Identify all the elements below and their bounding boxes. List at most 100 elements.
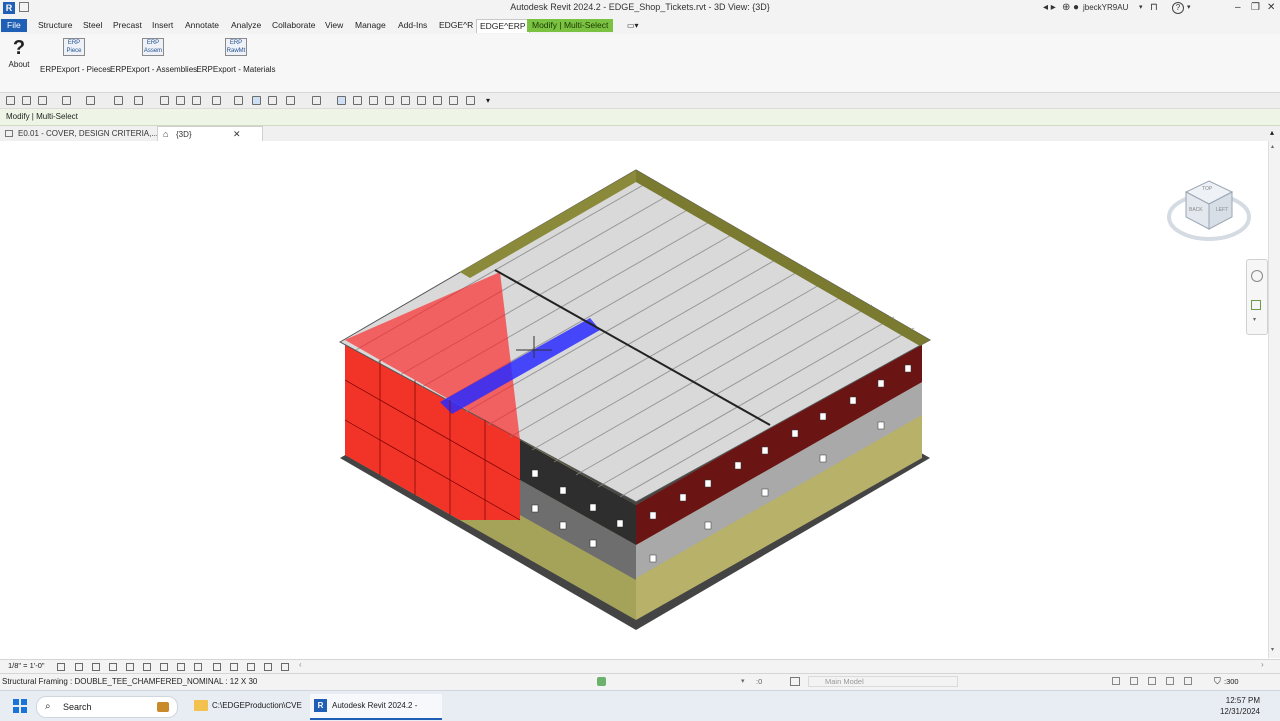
array-icon[interactable]	[385, 96, 394, 105]
taskbar-file-explorer[interactable]: C:\EDGEProduction\CVE	[190, 694, 324, 718]
analytical-model-icon[interactable]	[264, 663, 272, 671]
view-tabs-menu-icon[interactable]: ▴	[1270, 128, 1274, 137]
view-cube-toggle-icon[interactable]	[466, 96, 475, 105]
default-3d-icon[interactable]	[212, 96, 221, 105]
settings-icon[interactable]	[312, 96, 321, 105]
zoom-icon[interactable]	[1251, 300, 1261, 310]
close-view-tab-icon[interactable]: ✕	[233, 127, 241, 142]
tab-file[interactable]: File	[1, 19, 27, 32]
binoculars-icon[interactable]: ⊕	[1062, 2, 1070, 14]
tag-icon[interactable]	[176, 96, 185, 105]
sun-path-icon[interactable]	[92, 663, 100, 671]
select-underlay-icon[interactable]	[1130, 677, 1138, 685]
measure-icon[interactable]	[134, 96, 143, 105]
tab-edge-r[interactable]: EDGE^R	[436, 19, 476, 32]
customize-qat-icon[interactable]: ▾	[486, 96, 495, 105]
erp-export-pieces-button[interactable]: ERP Piece ERPExport - Pieces	[40, 38, 111, 74]
close-hidden-icon[interactable]	[268, 96, 277, 105]
thin-lines-icon[interactable]	[252, 96, 261, 105]
rotate-icon[interactable]	[401, 96, 410, 105]
tab-annotate[interactable]: Annotate	[182, 19, 222, 32]
tab-add-ins[interactable]: Add-Ins	[395, 19, 430, 32]
tab-analyze[interactable]: Analyze	[228, 19, 264, 32]
steering-wheel-icon[interactable]	[1251, 270, 1263, 282]
scroll-down-icon[interactable]: ▾	[1271, 646, 1274, 653]
user-icon[interactable]: ●	[1073, 2, 1079, 14]
restore-icon[interactable]: ❐	[1251, 2, 1260, 14]
taskbar-revit[interactable]: R Autodesk Revit 2024.2 -	[310, 694, 442, 720]
tab-structure[interactable]: Structure	[35, 19, 76, 32]
tab-manage[interactable]: Manage	[352, 19, 389, 32]
erp-export-materials-button[interactable]: ERP RawMt ERPExport - Materials	[196, 38, 276, 74]
pin-icon[interactable]	[449, 96, 458, 105]
cart-icon[interactable]: ⊓	[1150, 2, 1158, 14]
tab-modify-multi-select[interactable]: Modify | Multi-Select	[527, 19, 614, 32]
highlight-displacement-icon[interactable]	[281, 663, 289, 671]
move-icon[interactable]	[353, 96, 362, 105]
undo-icon[interactable]	[62, 96, 71, 105]
system-clock[interactable]: 12:57 PM 12/31/2024	[1220, 695, 1260, 717]
section-icon[interactable]	[234, 96, 243, 105]
print-icon[interactable]	[114, 96, 123, 105]
building-model-3d[interactable]	[0, 141, 1268, 658]
select-by-face-icon[interactable]	[1166, 677, 1174, 685]
windows-start-icon[interactable]	[13, 699, 27, 713]
copy-icon[interactable]	[369, 96, 378, 105]
scroll-right-icon[interactable]: ›	[1261, 660, 1264, 669]
scroll-left-icon[interactable]: ‹	[299, 660, 302, 669]
group-icon[interactable]	[433, 96, 442, 105]
erp-export-assemblies-button[interactable]: ERP Assem ERPExport - Assemblies	[110, 38, 197, 74]
tab-collaborate[interactable]: Collaborate	[269, 19, 318, 32]
nav-dropdown-icon[interactable]: ▾	[1253, 316, 1256, 323]
detail-level-icon[interactable]	[57, 663, 65, 671]
lock-view-icon[interactable]	[177, 663, 185, 671]
info-center-icon[interactable]: ◂ ▸	[1043, 2, 1056, 14]
open-icon[interactable]	[6, 96, 15, 105]
vertical-scrollbar[interactable]: ▴ ▾	[1268, 141, 1280, 658]
crop-view-icon[interactable]	[143, 663, 151, 671]
user-dropdown-icon[interactable]: ▾	[1139, 2, 1143, 14]
view-tab-3d[interactable]: ⌂ {3D} ✕	[157, 126, 263, 141]
workset-dropdown-icon[interactable]: ▾	[741, 677, 745, 685]
dimension-icon[interactable]	[160, 96, 169, 105]
viewcube[interactable]: TOP BACK LEFT	[1166, 177, 1252, 249]
mirror-icon[interactable]	[417, 96, 426, 105]
design-options-icon[interactable]	[790, 677, 800, 686]
tab-steel[interactable]: Steel	[80, 19, 105, 32]
reveal-hidden-icon[interactable]	[213, 663, 221, 671]
view-scale[interactable]: 1/8" = 1'-0"	[8, 661, 45, 670]
workset-icon[interactable]	[597, 677, 606, 686]
switch-windows-icon[interactable]	[286, 96, 295, 105]
select-links-icon[interactable]	[1112, 677, 1120, 685]
redo-icon[interactable]	[86, 96, 95, 105]
tab-precast[interactable]: Precast	[110, 19, 145, 32]
minimize-icon[interactable]: –	[1235, 2, 1241, 14]
scroll-up-icon[interactable]: ▴	[1271, 143, 1274, 150]
about-button[interactable]: ? About	[6, 38, 32, 69]
model-selector[interactable]: Main Model	[808, 676, 958, 687]
select-pinned-icon[interactable]	[1148, 677, 1156, 685]
tab-view[interactable]: View	[322, 19, 346, 32]
render-icon[interactable]	[126, 663, 134, 671]
sync-icon[interactable]	[38, 96, 47, 105]
worksharing-display-icon[interactable]	[230, 663, 238, 671]
drag-elements-icon[interactable]	[1184, 677, 1192, 685]
select-icon[interactable]	[337, 96, 346, 105]
3d-view-canvas[interactable]: TOP BACK LEFT ▾	[0, 141, 1268, 658]
help-icon[interactable]: ?	[1172, 2, 1184, 14]
save-icon[interactable]	[22, 96, 31, 105]
panel-toggle-icon[interactable]: ▭▾	[624, 19, 642, 32]
username-label[interactable]: jbeckYR9AU	[1083, 2, 1128, 14]
text-icon[interactable]	[192, 96, 201, 105]
shadows-icon[interactable]	[109, 663, 117, 671]
view-tab-cover-sheet[interactable]: E0.01 - COVER, DESIGN CRITERIA,...	[0, 126, 173, 141]
temporary-view-icon[interactable]	[247, 663, 255, 671]
help-dropdown-icon[interactable]: ▾	[1187, 2, 1191, 14]
visual-style-icon[interactable]	[75, 663, 83, 671]
close-icon[interactable]: ✕	[1267, 2, 1275, 14]
show-crop-icon[interactable]	[160, 663, 168, 671]
temporary-hide-icon[interactable]	[194, 663, 202, 671]
filter-icon[interactable]: ⛉	[1214, 676, 1221, 687]
tab-insert[interactable]: Insert	[149, 19, 176, 32]
tab-edge-erp[interactable]: EDGE^ERP	[476, 19, 530, 33]
